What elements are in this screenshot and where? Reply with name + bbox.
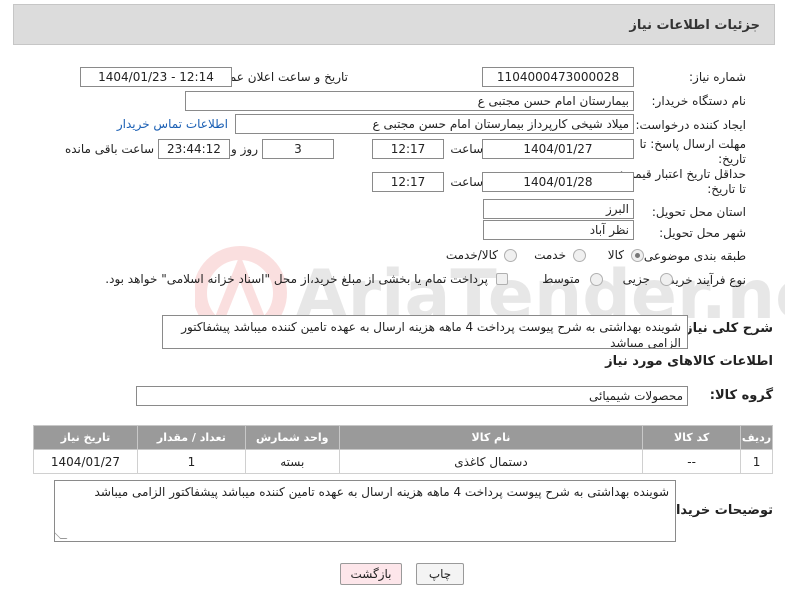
buyer-contact-link[interactable]: اطلاعات تماس خریدار [117,117,228,131]
category-radio-service[interactable] [573,249,586,262]
validity-label-line1: حداقل تاریخ اعتبار قیمت: [619,167,746,181]
col-item-name: نام کالا [338,425,644,450]
cell-item-code: -- [642,449,742,474]
validity-label-line2: تا تاریخ: [707,182,746,196]
cell-quantity: 1 [136,449,246,474]
buyer-notes-textarea[interactable]: شوینده بهداشتی به شرح پیوست پرداخت 4 ماه… [54,480,676,542]
col-row-number: ردیف [740,425,773,450]
city-label: شهر محل تحویل: [659,226,746,240]
goods-section-title: اطلاعات کالاهای مورد نیاز [605,354,773,369]
header-panel: جزئیات اطلاعات نیاز [13,4,775,45]
cell-row-number: 1 [740,449,773,474]
category-label: طبقه بندی موضوعی: [639,249,746,263]
col-need-date: تاریخ نیاز [33,425,138,450]
goods-table-header: ردیف کد کالا نام کالا واحد شمارش تعداد /… [33,425,773,450]
col-quantity: تعداد / مقدار [136,425,246,450]
province-field[interactable]: البرز [483,199,634,219]
goods-table: ردیف کد کالا نام کالا واحد شمارش تعداد /… [33,425,773,474]
deadline-date-field[interactable]: 1404/01/27 [482,139,634,159]
back-button[interactable]: بازگشت [340,563,402,585]
goods-group-label: گروه کالا: [709,388,773,403]
need-number-label: شماره نیاز: [689,70,746,84]
category-option-service: خدمت [534,248,566,262]
resize-grip-icon[interactable] [55,532,68,539]
process-radio-minor[interactable] [660,273,673,286]
goods-group-field[interactable]: محصولات شیمیائی [136,386,688,406]
announce-field[interactable]: 1404/01/23 - 12:14 [80,67,232,87]
cell-need-date: 1404/01/27 [33,449,138,474]
deadline-time-label: ساعت [450,142,483,156]
cell-item-name: دستمال کاغذی [338,449,644,474]
category-option-goods-service: کالا/خدمت [445,248,498,262]
deadline-time-field[interactable]: 12:17 [372,139,444,159]
creator-field[interactable]: میلاد شیخی کارپرداز بیمارستان امام حسن م… [235,114,634,134]
description-label: شرح کلی نیاز: [679,321,773,336]
days-label: روز و [231,142,258,156]
process-option-minor: جزیی [622,272,650,286]
days-field[interactable]: 3 [262,139,334,159]
buyer-label: نام دستگاه خریدار: [651,94,747,108]
col-item-code: کد کالا [642,425,742,450]
deadline-label-line1: مهلت ارسال پاسخ: تا [639,137,746,151]
validity-date-field[interactable]: 1404/01/28 [482,172,634,192]
description-textarea[interactable]: شوینده بهداشتی به شرح پیوست پرداخت 4 ماه… [162,315,688,349]
buyer-field[interactable]: بیمارستان امام حسن مجتبی ع [185,91,634,111]
process-label: نوع فرآیند خرید : [661,273,746,287]
process-option-medium: متوسط [542,272,580,286]
table-row: 1 -- دستمال کاغذی بسته 1 1404/01/27 [33,449,773,474]
remaining-label: ساعت باقی مانده [64,142,154,156]
treasury-payment-note: پرداخت تمام یا بخشی از مبلغ خرید،از محل … [105,272,488,286]
city-field[interactable]: نظر آباد [483,220,634,240]
print-button[interactable]: چاپ [416,563,464,585]
treasury-payment-checkbox[interactable] [496,273,508,285]
page-title: جزئیات اطلاعات نیاز [629,18,760,33]
deadline-label-line2: تاریخ: [718,152,746,166]
validity-time-label: ساعت [450,175,483,189]
category-radio-goods-service[interactable] [504,249,517,262]
col-unit: واحد شمارش [244,425,340,450]
category-radio-goods[interactable] [631,249,644,262]
validity-time-field[interactable]: 12:17 [372,172,444,192]
buyer-notes-label: توضیحات خریدار: [663,503,773,518]
cell-unit: بسته [244,449,340,474]
remaining-time-field[interactable]: 23:44:12 [158,139,230,159]
need-number-field[interactable]: 1104000473000028 [482,67,634,87]
province-label: استان محل تحویل: [651,205,746,219]
buyer-notes-text: شوینده بهداشتی به شرح پیوست پرداخت 4 ماه… [94,485,669,499]
category-option-goods: کالا [607,248,624,262]
process-radio-medium[interactable] [590,273,603,286]
creator-label: ایجاد کننده درخواست: [635,118,746,132]
